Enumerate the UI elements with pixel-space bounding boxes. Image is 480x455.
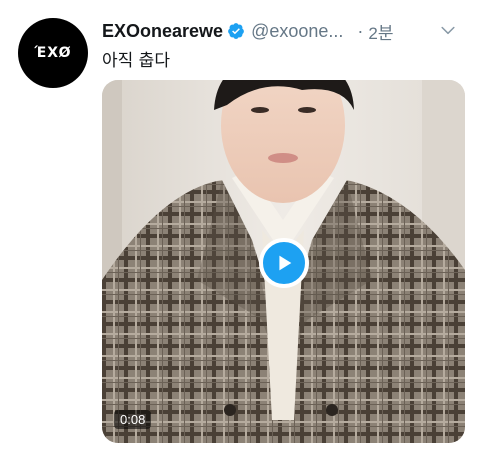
verified-badge-icon: [228, 23, 244, 39]
tweet-header: EXOonearewe @exoone... · 2분: [102, 18, 472, 44]
tweet-text: 아직 춥다: [102, 51, 170, 71]
tweet[interactable]: ΈXØ EXOonearewe @exoone... · 2분 아직 춥다 0:…: [0, 0, 480, 455]
play-button[interactable]: [259, 238, 309, 288]
video-duration: 0:08: [114, 410, 152, 429]
video-player[interactable]: 0:08: [102, 80, 465, 443]
avatar-logo: ΈXØ: [34, 45, 72, 61]
chevron-down-icon[interactable]: [438, 20, 458, 40]
timestamp[interactable]: 2분: [368, 19, 393, 44]
avatar[interactable]: ΈXØ: [18, 18, 88, 88]
separator-dot: ·: [357, 20, 364, 41]
play-icon: [279, 255, 292, 271]
user-handle[interactable]: @exoone...: [251, 21, 343, 42]
display-name[interactable]: EXOonearewe: [102, 21, 223, 42]
